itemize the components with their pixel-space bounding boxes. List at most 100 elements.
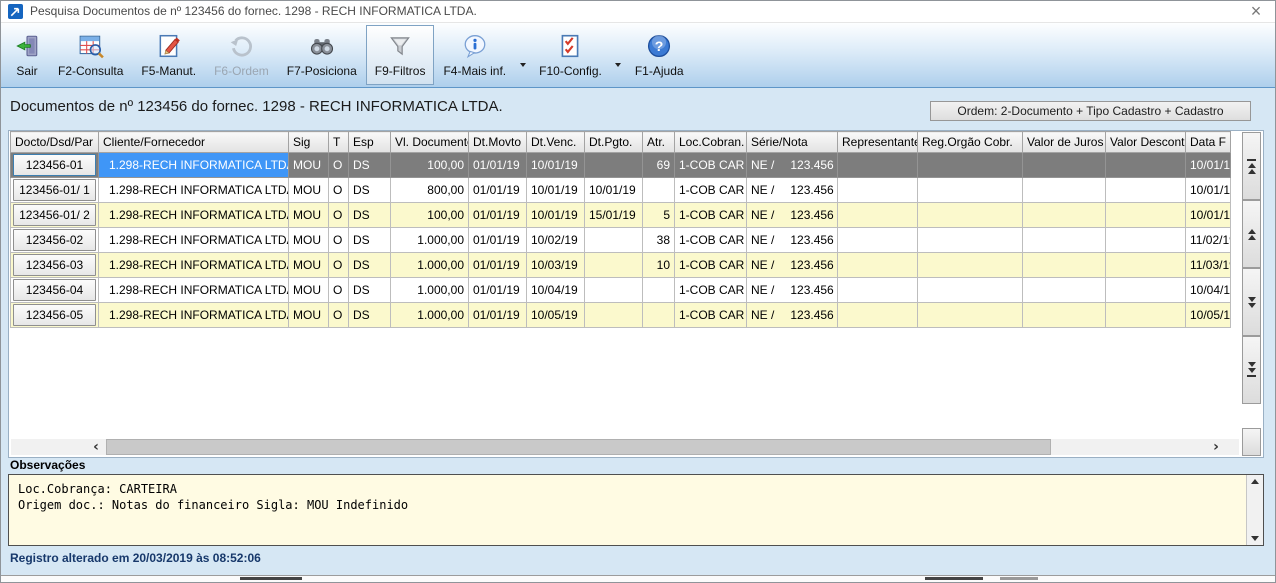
column-header-dtvenc[interactable]: Dt.Venc.: [527, 132, 585, 153]
row-header-button[interactable]: 123456-01: [13, 154, 96, 176]
cell-valor[interactable]: 1.000,00: [391, 278, 469, 303]
cell-esp[interactable]: DS: [349, 303, 391, 328]
go-last-button[interactable]: [1242, 336, 1261, 404]
cell-loccobran[interactable]: 1-COB CAR: [675, 153, 747, 178]
cell-juros[interactable]: [1023, 278, 1106, 303]
cell-t[interactable]: O: [329, 178, 349, 203]
cell-serienota[interactable]: NE /123.456: [747, 253, 838, 278]
cell-regorgao[interactable]: [918, 228, 1023, 253]
cell-esp[interactable]: DS: [349, 278, 391, 303]
toolbar-button-sair[interactable]: Sair: [5, 25, 49, 85]
column-header-dtmovto[interactable]: Dt.Movto: [469, 132, 527, 153]
row-header-button[interactable]: 123456-01/ 1: [13, 179, 96, 201]
table-row[interactable]: 123456-031.298-RECH INFORMATICA LTDA.MOU…: [11, 253, 1231, 278]
cell-loccobran[interactable]: 1-COB CAR: [675, 303, 747, 328]
cell-dataf[interactable]: 10/05/19: [1186, 303, 1231, 328]
cell-cliente[interactable]: 1.298-RECH INFORMATICA LTDA.: [99, 153, 289, 178]
cell-atr[interactable]: 69: [643, 153, 675, 178]
table-row[interactable]: 123456-011.298-RECH INFORMATICA LTDA.MOU…: [11, 153, 1231, 178]
cell-docto[interactable]: 123456-03: [11, 253, 99, 278]
column-header-desconto[interactable]: Valor Desconto: [1106, 132, 1186, 153]
cell-docto[interactable]: 123456-05: [11, 303, 99, 328]
cell-loccobran[interactable]: 1-COB CAR: [675, 178, 747, 203]
cell-cliente[interactable]: 1.298-RECH INFORMATICA LTDA.: [99, 303, 289, 328]
row-header-button[interactable]: 123456-02: [13, 229, 96, 251]
cell-representante[interactable]: [838, 153, 918, 178]
cell-serienota[interactable]: NE /123.456: [747, 153, 838, 178]
cell-dtmovto[interactable]: 01/01/19: [469, 228, 527, 253]
dropdown-arrow-icon[interactable]: [611, 25, 626, 85]
cell-esp[interactable]: DS: [349, 228, 391, 253]
cell-juros[interactable]: [1023, 203, 1106, 228]
cell-docto[interactable]: 123456-01/ 1: [11, 178, 99, 203]
cell-sig[interactable]: MOU: [289, 203, 329, 228]
cell-dtvenc[interactable]: 10/05/19: [527, 303, 585, 328]
scroll-up-icon[interactable]: [1251, 479, 1259, 484]
cell-dataf[interactable]: 10/01/19: [1186, 203, 1231, 228]
toolbar-button-manut[interactable]: F5-Manut.: [132, 25, 205, 85]
cell-dtmovto[interactable]: 01/01/19: [469, 278, 527, 303]
cell-valor[interactable]: 800,00: [391, 178, 469, 203]
cell-dtpgto[interactable]: 15/01/19: [585, 203, 643, 228]
page-up-button[interactable]: [1242, 200, 1261, 268]
cell-regorgao[interactable]: [918, 203, 1023, 228]
horizontal-scrollbar[interactable]: ‹ ›: [11, 439, 1239, 455]
go-first-button[interactable]: [1242, 132, 1261, 200]
cell-dtpgto[interactable]: [585, 303, 643, 328]
cell-esp[interactable]: DS: [349, 253, 391, 278]
cell-t[interactable]: O: [329, 278, 349, 303]
cell-t[interactable]: O: [329, 253, 349, 278]
cell-desconto[interactable]: [1106, 203, 1186, 228]
toolbar-button-filtros[interactable]: F9-Filtros: [366, 25, 435, 85]
cell-dataf[interactable]: 10/01/19: [1186, 153, 1231, 178]
cell-atr[interactable]: 5: [643, 203, 675, 228]
cell-cliente[interactable]: 1.298-RECH INFORMATICA LTDA.: [99, 203, 289, 228]
cell-desconto[interactable]: [1106, 228, 1186, 253]
column-header-docto[interactable]: Docto/Dsd/Par: [11, 132, 99, 153]
column-header-juros[interactable]: Valor de Juros: [1023, 132, 1106, 153]
cell-representante[interactable]: [838, 228, 918, 253]
cell-esp[interactable]: DS: [349, 178, 391, 203]
column-header-sig[interactable]: Sig: [289, 132, 329, 153]
cell-regorgao[interactable]: [918, 253, 1023, 278]
cell-juros[interactable]: [1023, 153, 1106, 178]
toolbar-button-consulta[interactable]: F2-Consulta: [49, 25, 132, 85]
cell-desconto[interactable]: [1106, 153, 1186, 178]
column-header-regorgao[interactable]: Reg.Orgão Cobr.: [918, 132, 1023, 153]
cell-cliente[interactable]: 1.298-RECH INFORMATICA LTDA.: [99, 253, 289, 278]
column-header-dtpgto[interactable]: Dt.Pgto.: [585, 132, 643, 153]
row-header-button[interactable]: 123456-04: [13, 279, 96, 301]
cell-serienota[interactable]: NE /123.456: [747, 228, 838, 253]
cell-t[interactable]: O: [329, 228, 349, 253]
cell-loccobran[interactable]: 1-COB CAR: [675, 253, 747, 278]
cell-valor[interactable]: 100,00: [391, 203, 469, 228]
order-button[interactable]: Ordem: 2-Documento + Tipo Cadastro + Cad…: [930, 101, 1251, 121]
cell-dtvenc[interactable]: 10/03/19: [527, 253, 585, 278]
table-row[interactable]: 123456-01/ 21.298-RECH INFORMATICA LTDA.…: [11, 203, 1231, 228]
scroll-down-icon[interactable]: [1251, 536, 1259, 541]
cell-dtmovto[interactable]: 01/01/19: [469, 153, 527, 178]
cell-esp[interactable]: DS: [349, 153, 391, 178]
column-header-atr[interactable]: Atr.: [643, 132, 675, 153]
cell-desconto[interactable]: [1106, 253, 1186, 278]
cell-loccobran[interactable]: 1-COB CAR: [675, 203, 747, 228]
memo-scrollbar[interactable]: [1246, 475, 1263, 545]
cell-serienota[interactable]: NE /123.456: [747, 303, 838, 328]
cell-juros[interactable]: [1023, 303, 1106, 328]
cell-loccobran[interactable]: 1-COB CAR: [675, 228, 747, 253]
table-row[interactable]: 123456-021.298-RECH INFORMATICA LTDA.MOU…: [11, 228, 1231, 253]
column-header-dataf[interactable]: Data F: [1186, 132, 1231, 153]
horizontal-scrollbar-thumb[interactable]: [106, 439, 1051, 455]
toolbar-button-config[interactable]: F10-Config.: [530, 25, 611, 85]
cell-atr[interactable]: [643, 278, 675, 303]
cell-serienota[interactable]: NE /123.456: [747, 203, 838, 228]
toolbar-button-maisinf[interactable]: F4-Mais inf.: [434, 25, 515, 85]
column-header-esp[interactable]: Esp: [349, 132, 391, 153]
cell-juros[interactable]: [1023, 178, 1106, 203]
cell-sig[interactable]: MOU: [289, 153, 329, 178]
cell-regorgao[interactable]: [918, 278, 1023, 303]
cell-regorgao[interactable]: [918, 153, 1023, 178]
column-header-cliente[interactable]: Cliente/Fornecedor: [99, 132, 289, 153]
cell-cliente[interactable]: 1.298-RECH INFORMATICA LTDA.: [99, 178, 289, 203]
cell-sig[interactable]: MOU: [289, 278, 329, 303]
